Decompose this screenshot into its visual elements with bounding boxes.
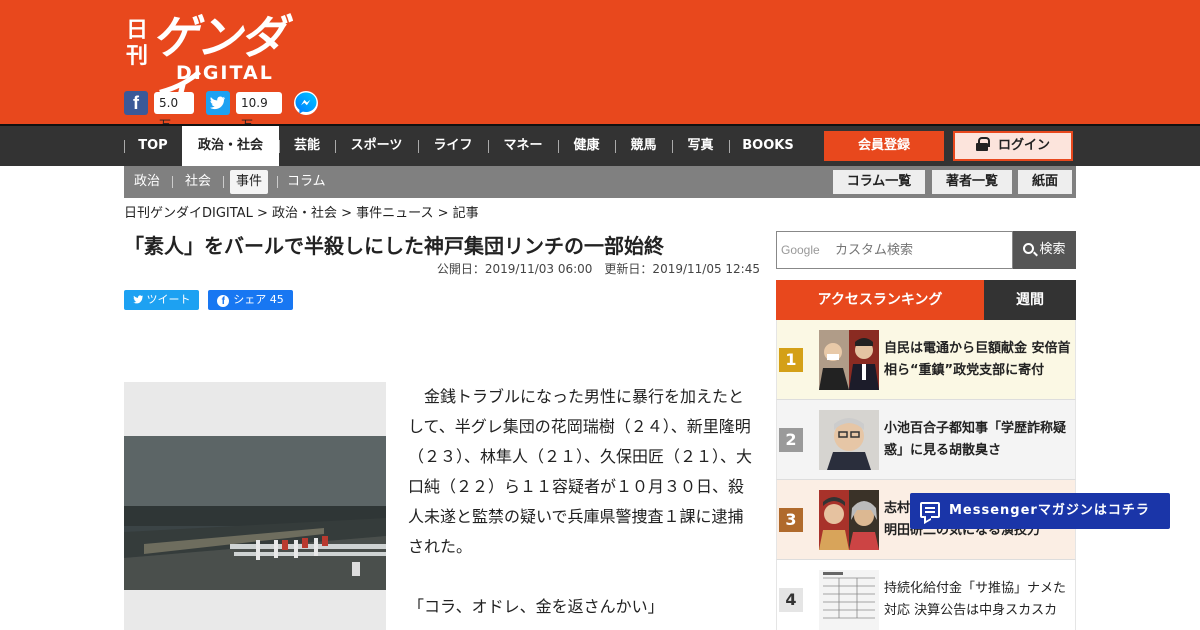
facebook-icon[interactable]: f bbox=[124, 91, 148, 115]
nav-health[interactable]: 健康 bbox=[558, 126, 615, 166]
search-icon bbox=[1023, 243, 1035, 254]
subnav-divider bbox=[277, 176, 278, 188]
search-input[interactable] bbox=[777, 232, 1012, 268]
messenger-magazine-button[interactable]: Messengerマガジンはコチラ bbox=[910, 493, 1170, 529]
search-box: Google bbox=[776, 231, 1013, 269]
ranking-item[interactable]: 4 持続化給付金「サ推協」ナメた対応 決算公告は中身スカスカ bbox=[776, 560, 1076, 630]
subnav-column[interactable]: コラム bbox=[281, 170, 332, 194]
ranking-thumbnail bbox=[819, 330, 879, 390]
facebook-f-icon: f bbox=[217, 295, 230, 307]
nav-politics-society[interactable]: 政治・社会 bbox=[182, 126, 279, 166]
article-quote: 「コラ、オドレ、金を返さんかい」 bbox=[408, 597, 664, 616]
fb-share-label: シェア 45 bbox=[233, 293, 284, 306]
author-list-button[interactable]: 著者一覧 bbox=[932, 170, 1012, 194]
tweet-button[interactable]: ツイート bbox=[124, 290, 199, 310]
login-button[interactable]: ログイン bbox=[953, 131, 1073, 161]
ranking-thumbnail bbox=[819, 490, 879, 550]
ranking-thumbnail bbox=[819, 410, 879, 470]
facebook-share-button[interactable]: f シェア 45 bbox=[208, 290, 293, 310]
messenger-label: Messengerマガジンはコチラ bbox=[949, 503, 1150, 518]
article-dates: 公開日：2019/11/03 06:00 更新日：2019/11/05 12:4… bbox=[436, 262, 760, 276]
tab-weekly-ranking[interactable]: 週間 bbox=[984, 280, 1076, 320]
subnav-divider bbox=[172, 176, 173, 188]
ranking-title: 持続化給付金「サ推協」ナメた対応 決算公告は中身スカスカ bbox=[884, 581, 1067, 618]
rank-number: 2 bbox=[779, 428, 803, 452]
sub-nav: 政治 社会 事件 コラム コラム一覧 著者一覧 紙面 bbox=[124, 166, 1076, 198]
subnav-politics[interactable]: 政治 bbox=[128, 170, 166, 194]
site-logo[interactable]: 日刊 ゲンダイ DIGITAL bbox=[126, 10, 306, 118]
site-header: 日刊 ゲンダイ DIGITAL f 5.0万 10.9万 bbox=[0, 0, 1200, 132]
ranking-tabs: アクセスランキング 週間 bbox=[776, 280, 1076, 320]
article-photo bbox=[124, 382, 386, 630]
logo-nikkan: 日刊 bbox=[126, 18, 149, 69]
nav-life[interactable]: ライフ bbox=[418, 126, 488, 166]
subnav-divider bbox=[223, 176, 224, 188]
login-label: ログイン bbox=[997, 138, 1050, 153]
messenger-icon[interactable] bbox=[294, 91, 318, 115]
nav-entertainment[interactable]: 芸能 bbox=[279, 126, 335, 166]
chat-icon bbox=[920, 502, 940, 518]
article-title: 「素人」をバールで半殺しにした神戸集団リンチの一部始終 bbox=[124, 234, 664, 258]
twitter-icon[interactable] bbox=[206, 91, 230, 115]
twitter-count: 10.9万 bbox=[236, 92, 282, 132]
nav-photos[interactable]: 写真 bbox=[672, 126, 729, 166]
tab-access-ranking[interactable]: アクセスランキング bbox=[776, 280, 984, 320]
ranking-thumbnail bbox=[819, 570, 879, 630]
ranking-item[interactable]: 1 自民は電通から巨額献金 安倍首相ら“重鎮”政党支部に寄付 bbox=[776, 320, 1076, 400]
ranking-title: 小池百合子都知事「学歴詐称疑惑」に見る胡散臭さ bbox=[884, 421, 1067, 458]
tweet-label: ツイート bbox=[146, 293, 191, 306]
subnav-society[interactable]: 社会 bbox=[179, 170, 217, 194]
search-button[interactable]: 検索 bbox=[1013, 231, 1076, 269]
ranking-item[interactable]: 2 小池百合子都知事「学歴詐称疑惑」に見る胡散臭さ bbox=[776, 400, 1076, 480]
nav-sports[interactable]: スポーツ bbox=[335, 126, 418, 166]
nav-books[interactable]: BOOKS bbox=[729, 126, 807, 166]
search-button-label: 検索 bbox=[1039, 242, 1066, 257]
logo-digital: DIGITAL bbox=[176, 62, 274, 84]
breadcrumb[interactable]: 日刊ゲンダイDIGITAL > 政治・社会 > 事件ニュース > 記事 bbox=[124, 205, 479, 223]
register-button[interactable]: 会員登録 bbox=[824, 131, 944, 161]
ranking-title: 自民は電通から巨額献金 安倍首相ら“重鎮”政党支部に寄付 bbox=[884, 341, 1071, 378]
nav-horse-racing[interactable]: 競馬 bbox=[615, 126, 672, 166]
rank-number: 1 bbox=[779, 348, 803, 372]
main-nav: TOP 政治・社会 芸能 スポーツ ライフ マネー 健康 競馬 写真 BOOKS… bbox=[0, 124, 1200, 166]
rank-number: 3 bbox=[779, 508, 803, 532]
nav-money[interactable]: マネー bbox=[488, 126, 558, 166]
article-body: 金銭トラブルになった男性に暴行を加えたとして、半グレ集団の花岡瑞樹（２４）、新里… bbox=[408, 382, 754, 622]
column-list-button[interactable]: コラム一覧 bbox=[833, 170, 925, 194]
nav-top[interactable]: TOP bbox=[124, 126, 182, 166]
rank-number: 4 bbox=[779, 588, 803, 612]
lock-icon bbox=[975, 136, 990, 151]
twitter-bird-icon bbox=[132, 295, 143, 304]
subnav-incidents[interactable]: 事件 bbox=[230, 170, 269, 194]
article-paragraph: 金銭トラブルになった男性に暴行を加えたとして、半グレ集団の花岡瑞樹（２４）、新里… bbox=[408, 387, 753, 556]
facebook-count: 5.0万 bbox=[154, 92, 194, 132]
paper-button[interactable]: 紙面 bbox=[1018, 170, 1072, 194]
